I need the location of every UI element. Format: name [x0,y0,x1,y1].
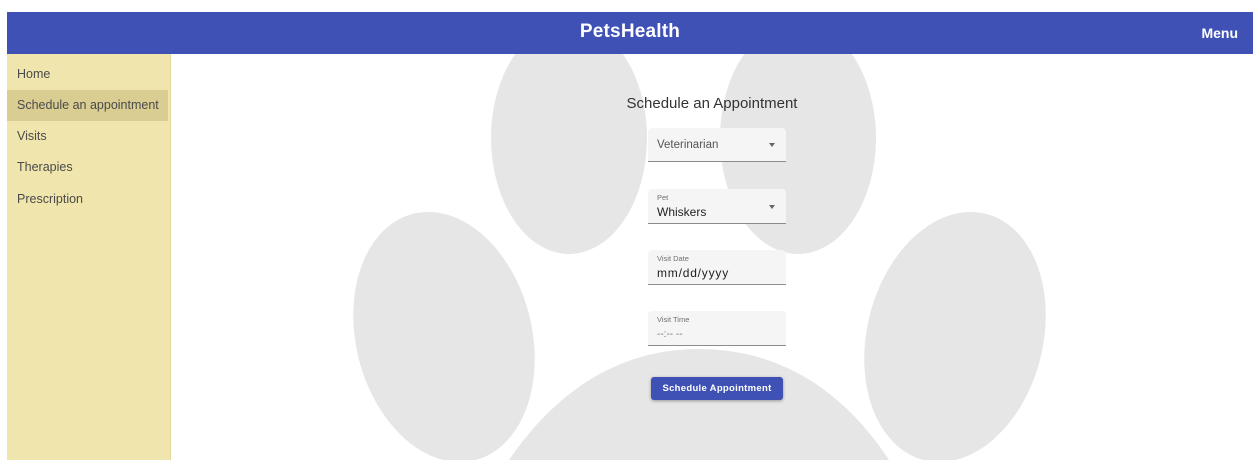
paw-toe-right-outer [864,211,1046,460]
app-window: PetsHealth Menu Home Schedule an appoint… [0,0,1253,460]
pet-label: Pet [657,193,669,202]
paw-toe-left-center [491,54,647,254]
chevron-down-icon [769,142,775,147]
sidebar-item-therapies[interactable]: Therapies [7,152,168,183]
visit-time-label: Visit Time [657,315,690,324]
main-content: Schedule an Appointment Veterinarian Pet… [171,54,1253,460]
visit-date-field[interactable]: Visit Date mm/dd/yyyy [648,250,786,285]
pet-value: Whiskers [657,205,707,219]
visit-date-label: Visit Date [657,254,689,263]
sidebar-item-home[interactable]: Home [7,59,168,90]
app-title: PetsHealth [579,21,681,42]
schedule-appointment-button[interactable]: Schedule Appointment [651,377,783,400]
veterinarian-select[interactable]: Veterinarian [648,128,786,162]
top-app-bar: PetsHealth Menu [7,12,1253,54]
sidebar-item-visits[interactable]: Visits [7,121,168,152]
form-title: Schedule an Appointment [626,95,798,112]
visit-time-value: --:-- -- [657,329,683,340]
visit-time-field[interactable]: Visit Time --:-- -- [648,311,786,346]
veterinarian-placeholder: Veterinarian [657,139,719,151]
chevron-down-icon [769,205,775,209]
sidebar-item-prescription[interactable]: Prescription [7,184,168,215]
menu-button[interactable]: Menu [1201,25,1238,41]
paw-pad [509,349,889,460]
sidebar-item-schedule-appointment[interactable]: Schedule an appointment [7,90,168,121]
pet-select[interactable]: Pet Whiskers [648,189,786,224]
visit-date-value: mm/dd/yyyy [657,266,730,280]
sidebar: Home Schedule an appointment Visits Ther… [7,54,171,460]
